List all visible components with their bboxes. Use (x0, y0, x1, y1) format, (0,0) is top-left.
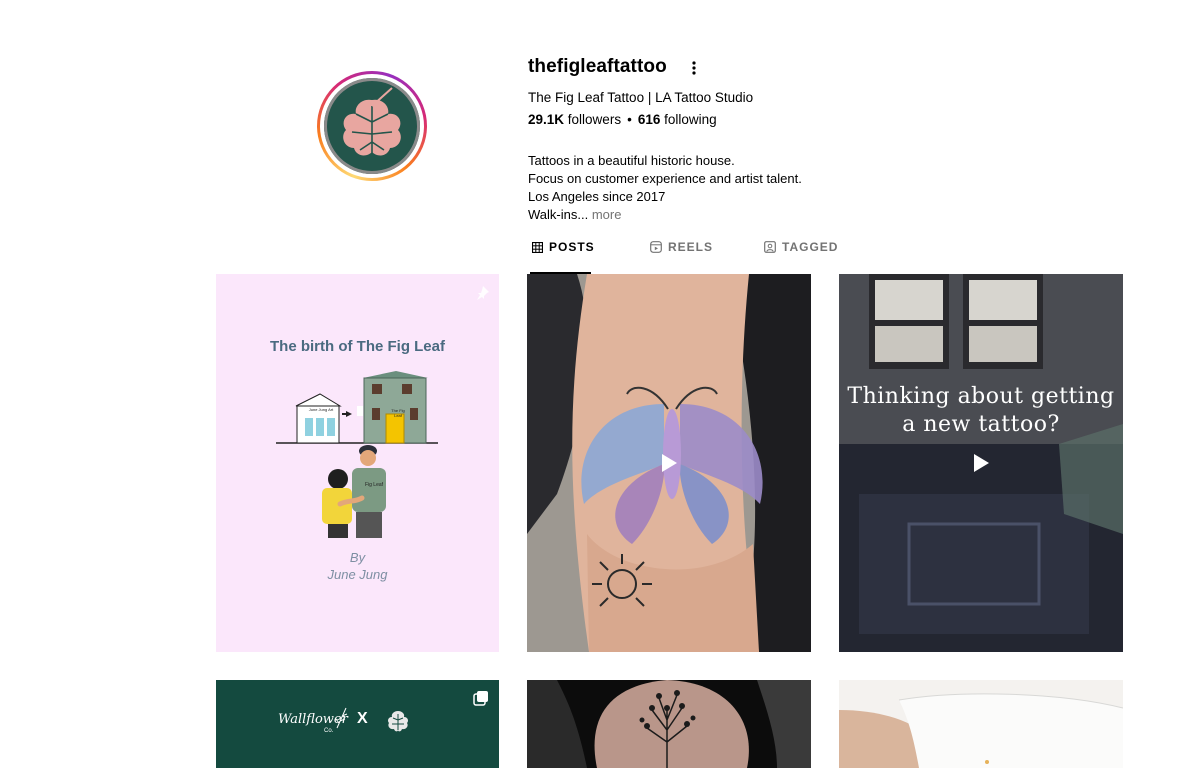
play-icon (662, 454, 677, 472)
tab-tagged[interactable]: TAGGED (764, 240, 838, 254)
profile-username[interactable]: thefigleaftattoo (528, 56, 667, 78)
illustration-author: June Jung (327, 567, 388, 582)
profile-bio: Tattoos in a beautiful historic house. F… (528, 152, 802, 224)
post-tile[interactable] (527, 274, 811, 652)
illustration-title: The birth of The Fig Leaf (270, 338, 445, 355)
shop-sign-left: June Jung Art (308, 407, 334, 412)
paper-photo (839, 680, 1123, 768)
counts-separator: • (627, 112, 632, 127)
reels-icon (650, 241, 662, 253)
tab-posts[interactable]: POSTS (532, 240, 595, 254)
following-count: 616 (637, 112, 661, 127)
sprig-icon (335, 707, 348, 729)
following-link[interactable]: 616 following (638, 112, 717, 127)
bio-line: Tattoos in a beautiful historic house. (528, 153, 735, 168)
profile-tabs: POSTS REELS TAGGED (216, 232, 1123, 274)
shirt-text: Fig Leaf (364, 482, 384, 488)
bio-line: Walk-ins... (528, 207, 589, 222)
post-tile[interactable]: The birth of The Fig Leaf June Jung Art … (216, 274, 499, 652)
avatar (324, 78, 420, 174)
tab-reels[interactable]: REELS (650, 240, 713, 254)
bio-line: Focus on customer experience and artist … (528, 171, 802, 186)
more-options-icon[interactable] (686, 58, 702, 78)
reel-caption-line-1: Thinking about getting (847, 384, 1115, 409)
profile-display-name: The Fig Leaf Tattoo | LA Tattoo Studio (528, 90, 754, 105)
pin-icon (477, 286, 489, 300)
tab-label: TAGGED (782, 240, 839, 254)
fig-leaf-logo-icon (343, 87, 401, 156)
post-tile[interactable] (527, 680, 811, 768)
grid-icon (532, 241, 543, 253)
play-icon (974, 454, 989, 472)
followers-link[interactable]: 29.1K followers (528, 112, 621, 127)
followers-label: followers (567, 112, 622, 127)
bio-line: Los Angeles since 2017 (528, 189, 666, 204)
following-label: following (664, 112, 717, 127)
shop-sign-right: The Fig Leaf (391, 408, 405, 418)
reel-caption-line-2: a new tattoo? (902, 412, 1060, 437)
followers-count: 29.1K (528, 112, 565, 127)
fig-leaf-icon (388, 711, 408, 732)
botanical-tattoo-photo (527, 680, 811, 768)
profile-counts: 29.1K followers • 616 following (528, 112, 717, 127)
couple-illustration (322, 445, 386, 538)
collab-x: X (357, 710, 368, 727)
tagged-icon (764, 241, 776, 253)
brand-sub: Co. (324, 728, 334, 734)
bio-more-link[interactable]: more (592, 207, 622, 222)
tab-label: POSTS (549, 240, 595, 254)
illustration-byline: By (349, 550, 366, 565)
post-tile[interactable]: Wallflower Co. X (216, 680, 499, 768)
post-tile[interactable] (839, 680, 1123, 768)
carousel-icon (473, 691, 488, 706)
tab-label: REELS (668, 240, 714, 254)
post-tile[interactable]: Thinking about getting a new tattoo? (839, 274, 1123, 652)
avatar-story-ring[interactable] (317, 71, 427, 181)
profile-header: thefigleaftattoo The Fig Leaf Tattoo | L… (0, 0, 1200, 274)
